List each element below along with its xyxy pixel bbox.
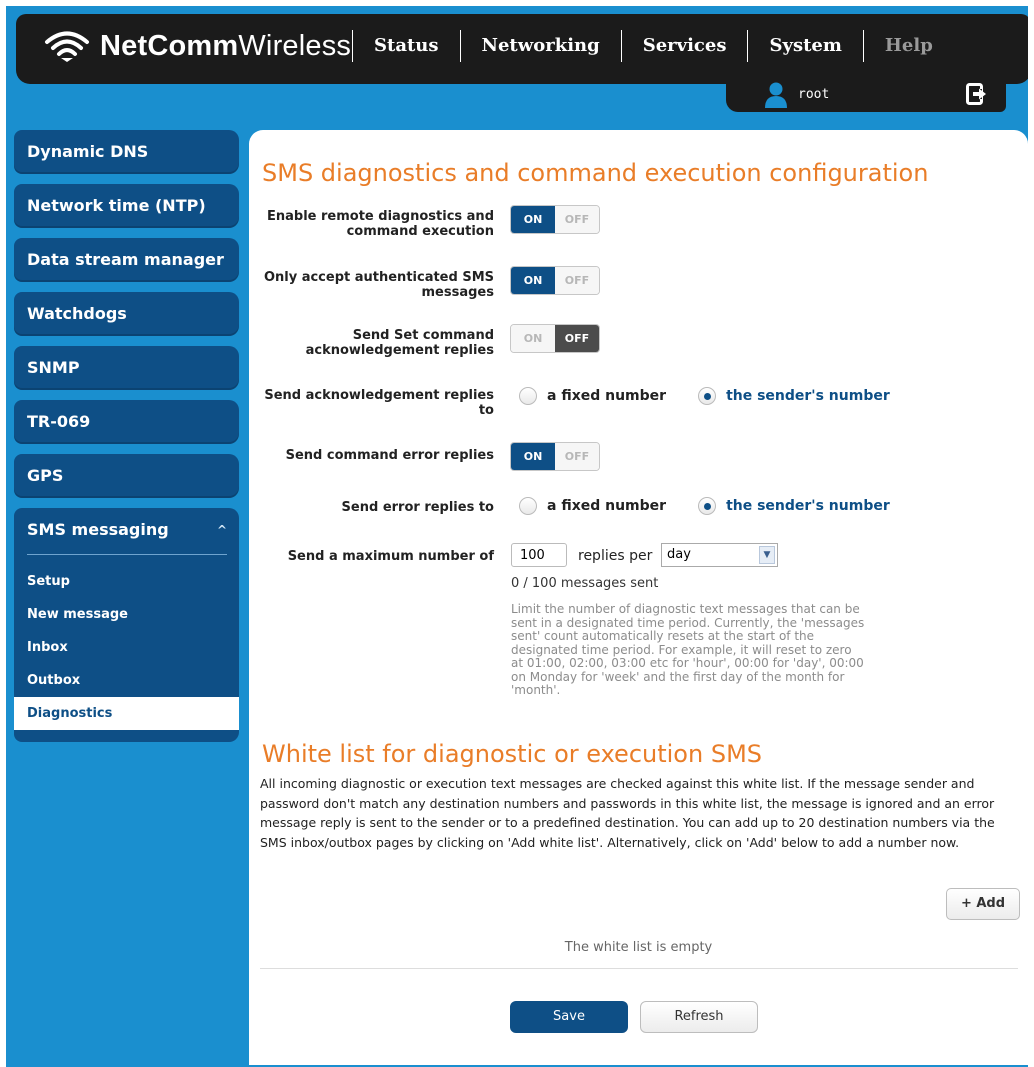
sidebar-item-data-stream-manager[interactable]: Data stream manager xyxy=(14,238,239,282)
user-icon xyxy=(765,82,787,108)
toggle-on: ON xyxy=(511,267,555,294)
radio-fixed-number[interactable] xyxy=(519,497,537,515)
sidebar-item-network-time[interactable]: Network time (NTP) xyxy=(14,184,239,228)
logo[interactable]: NetCommWireless xyxy=(44,26,351,66)
toggle-off: OFF xyxy=(555,267,599,294)
main-nav: Status Networking Services System Help xyxy=(352,30,954,62)
nav-help[interactable]: Help xyxy=(862,30,954,62)
toggle-on: ON xyxy=(511,325,555,352)
sidebar-group-label: SMS messaging xyxy=(27,520,169,539)
send-set-ack-toggle[interactable]: ON OFF xyxy=(510,324,600,353)
nav-system[interactable]: System xyxy=(747,30,862,62)
page-title: SMS diagnostics and command execution co… xyxy=(262,159,929,187)
sidebar-item-gps[interactable]: GPS xyxy=(14,454,239,498)
whitelist-description: All incoming diagnostic or execution tex… xyxy=(260,776,995,850)
only-auth-label: Only accept authenticated SMS messages xyxy=(263,270,494,300)
toggle-off: OFF xyxy=(555,325,599,352)
user-name: root xyxy=(798,87,830,102)
main-panel: SMS diagnostics and command execution co… xyxy=(249,130,1028,1065)
sidebar: Dynamic DNS Network time (NTP) Data stre… xyxy=(14,130,239,742)
sidebar-item-sms-messaging[interactable]: SMS messaging ^ xyxy=(14,508,239,552)
send-set-ack-label: Send Set command acknowledgement replies xyxy=(305,328,494,358)
wifi-icon xyxy=(45,31,89,62)
period-select[interactable]: day ▼ xyxy=(661,543,778,567)
sidebar-subitem-inbox[interactable]: Inbox xyxy=(14,631,239,664)
radio-label: the sender's number xyxy=(726,388,890,404)
sidebar-subitem-outbox[interactable]: Outbox xyxy=(14,664,239,697)
divider xyxy=(27,554,227,555)
send-error-toggle[interactable]: ON OFF xyxy=(510,442,600,471)
sidebar-item-tr069[interactable]: TR-069 xyxy=(14,400,239,444)
radio-label: a fixed number xyxy=(547,388,667,404)
add-button[interactable]: + Add xyxy=(946,888,1020,920)
nav-status[interactable]: Status xyxy=(352,30,460,62)
divider xyxy=(260,968,1018,969)
radio-fixed-number[interactable] xyxy=(519,387,537,405)
toggle-off: OFF xyxy=(555,206,599,233)
nav-services[interactable]: Services xyxy=(620,30,748,62)
user-bar: root xyxy=(726,78,1006,112)
sidebar-group-sms: SMS messaging ^ Setup New message Inbox … xyxy=(14,508,239,742)
send-error-to-label: Send error replies to xyxy=(341,500,494,515)
period-value: day xyxy=(667,547,691,562)
radio-sender-number[interactable] xyxy=(698,387,717,405)
sidebar-item-dynamic-dns[interactable]: Dynamic DNS xyxy=(14,130,239,174)
replies-per-label: replies per xyxy=(578,548,653,564)
page-background: NetCommWireless Status Networking Servic… xyxy=(6,6,1028,1067)
send-error-to-radio-group: a fixed number the sender's number xyxy=(519,497,922,515)
sidebar-subitem-setup[interactable]: Setup xyxy=(14,565,239,598)
send-ack-to-radio-group: a fixed number the sender's number xyxy=(519,387,922,405)
radio-sender-number[interactable] xyxy=(698,497,717,515)
sidebar-item-snmp[interactable]: SNMP xyxy=(14,346,239,390)
radio-label: the sender's number xyxy=(726,498,890,514)
top-bar: NetCommWireless Status Networking Servic… xyxy=(16,14,1028,84)
max-number-label: Send a maximum number of xyxy=(287,549,494,564)
messages-sent-count: 0 / 100 messages sent xyxy=(511,576,659,591)
nav-networking[interactable]: Networking xyxy=(459,30,621,62)
chevron-up-icon: ^ xyxy=(216,523,227,537)
toggle-on: ON xyxy=(511,443,555,470)
enable-remote-toggle[interactable]: ON OFF xyxy=(510,205,600,234)
refresh-button[interactable]: Refresh xyxy=(640,1001,758,1033)
enable-remote-label: Enable remote diagnostics and command ex… xyxy=(266,209,494,239)
brand-name: NetCommWireless xyxy=(100,29,352,62)
save-button[interactable]: Save xyxy=(510,1001,628,1033)
sidebar-item-watchdogs[interactable]: Watchdogs xyxy=(14,292,239,336)
send-error-label: Send command error replies xyxy=(285,448,494,463)
whitelist-empty-text: The white list is empty xyxy=(564,940,713,955)
whitelist-title: White list for diagnostic or execution S… xyxy=(262,740,763,768)
chevron-down-icon: ▼ xyxy=(759,546,775,564)
radio-label: a fixed number xyxy=(547,498,667,514)
sidebar-subitem-new-message[interactable]: New message xyxy=(14,598,239,631)
sidebar-subitem-diagnostics[interactable]: Diagnostics xyxy=(14,697,239,730)
only-auth-toggle[interactable]: ON OFF xyxy=(510,266,600,295)
max-number-input[interactable] xyxy=(511,543,567,567)
toggle-on: ON xyxy=(511,206,555,233)
limit-help-text: Limit the number of diagnostic text mess… xyxy=(511,602,865,697)
toggle-off: OFF xyxy=(555,443,599,470)
logout-icon[interactable] xyxy=(966,83,988,105)
send-ack-to-label: Send acknowledgement replies to xyxy=(264,388,494,418)
